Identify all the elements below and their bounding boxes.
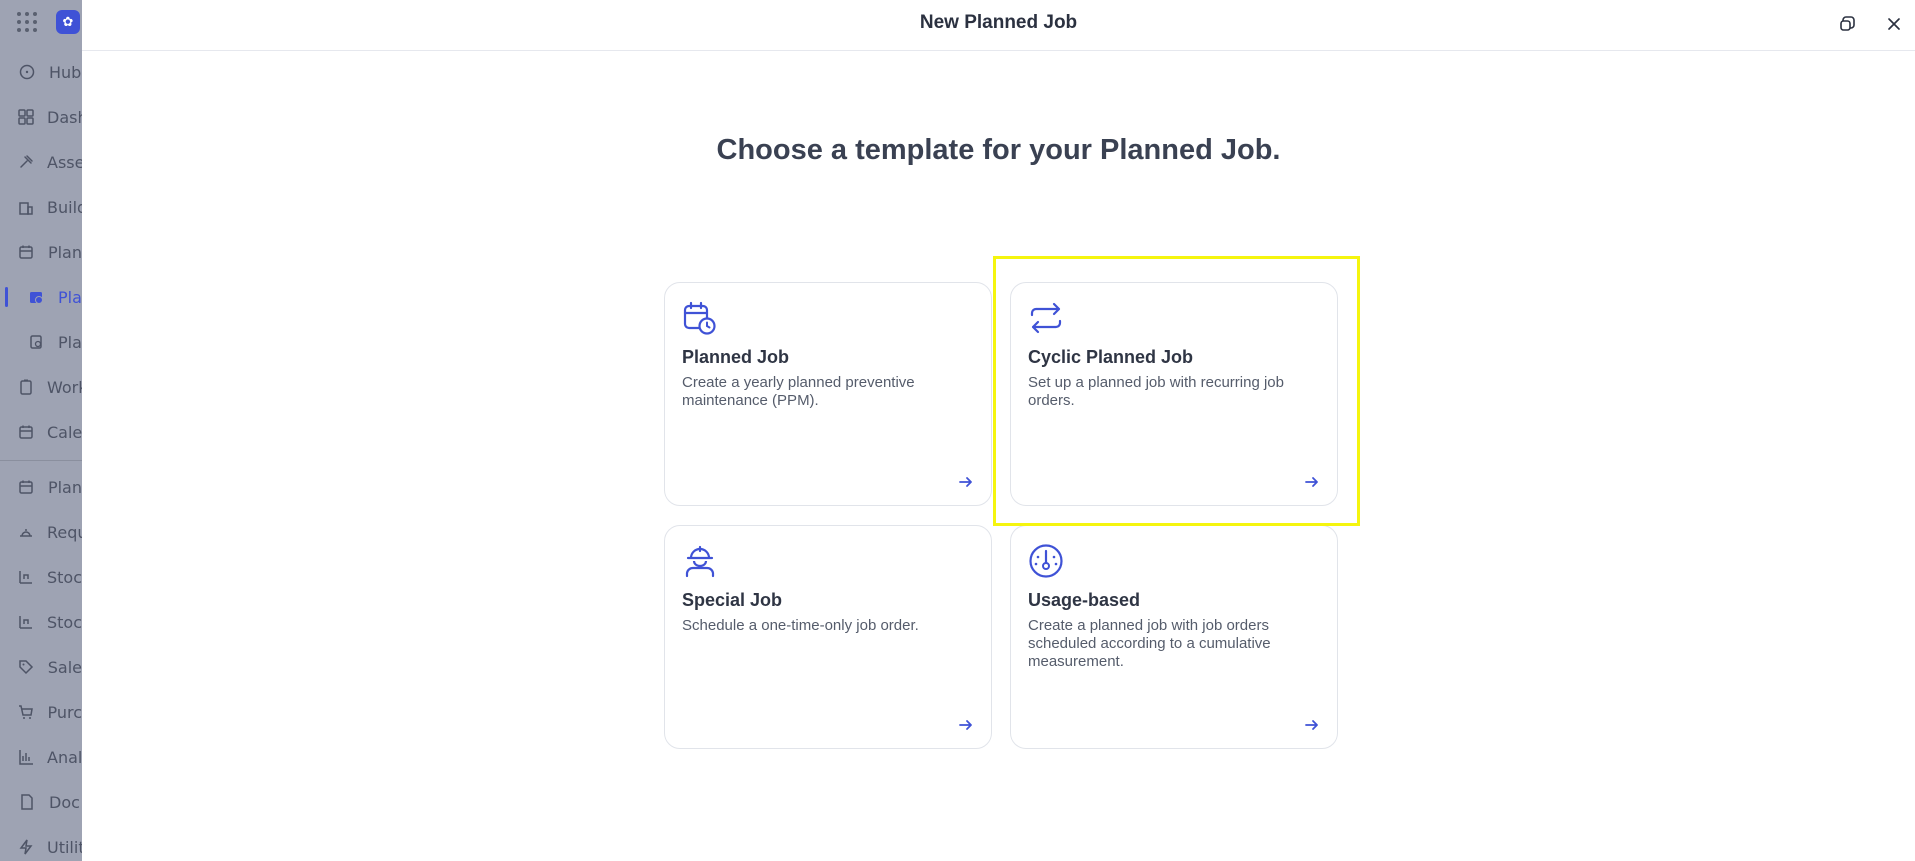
sidebar-item-planned-jobs[interactable]: Pla (0, 282, 82, 312)
close-icon (1888, 18, 1900, 30)
sidebar-item-stock-2[interactable]: Stoc (0, 607, 82, 637)
hub-icon (18, 63, 36, 81)
app-logo[interactable]: ✿ (56, 10, 80, 34)
sidebar-item-label: Work (47, 377, 82, 397)
card-title: Planned Job (682, 347, 790, 367)
sidebar-item-dashboard[interactable]: Dash (0, 102, 82, 132)
card-title: Cyclic Planned Job (1028, 347, 1194, 367)
sidebar-item-work-orders[interactable]: Work (0, 372, 82, 402)
worker-helmet-icon (685, 545, 715, 578)
arrow-right-icon (1305, 720, 1318, 730)
sidebar-item-label: Plan (47, 477, 82, 497)
sidebar: ✿ Hub Dash Asse Build Plan Pla Pla Work … (0, 0, 82, 861)
sidebar-item-plan[interactable]: Plan (0, 472, 82, 502)
calendar-icon (18, 478, 35, 496)
sidebar-item-label: Purc (47, 702, 82, 722)
new-planned-job-modal: New Planned Job Choose a template for yo… (82, 0, 1915, 861)
modal-title: New Planned Job (919, 12, 1078, 33)
template-card-planned-job[interactable]: Planned Job Create a yearly planned prev… (664, 282, 992, 506)
building-icon (18, 198, 34, 216)
planned-template-icon (27, 333, 45, 351)
sidebar-item-utilities[interactable]: Utilit (0, 832, 82, 861)
close-button[interactable] (1883, 13, 1905, 35)
minimize-button[interactable] (1837, 13, 1859, 35)
sidebar-item-sales[interactable]: Sale (0, 652, 82, 682)
sidebar-item-label: Cale (47, 422, 82, 442)
app-grid-icon[interactable] (16, 11, 38, 33)
sidebar-item-label: Pla (58, 287, 82, 307)
sidebar-item-analytics[interactable]: Anal (0, 742, 82, 772)
request-icon (18, 523, 34, 541)
page-heading: Choose a template for your Planned Job. (716, 134, 1281, 166)
sidebar-item-label: Hub (49, 62, 82, 82)
stock-icon (18, 613, 34, 631)
sidebar-item-requests[interactable]: Requ (0, 517, 82, 547)
card-title: Usage-based (1028, 590, 1141, 610)
sidebar-item-hub[interactable]: Hub (0, 57, 82, 87)
sidebar-item-stock-1[interactable]: Stoc (0, 562, 82, 592)
work-order-icon (18, 378, 34, 396)
document-icon (18, 793, 36, 811)
arrow-right-icon (959, 477, 972, 487)
sidebar-item-label: Doc (49, 792, 80, 812)
sidebar-item-planning[interactable]: Plan (0, 237, 82, 267)
card-description: Create a yearly planned preventive maint… (682, 374, 915, 409)
sidebar-item-label: Utilit (47, 837, 82, 857)
calendar-clock-icon (683, 301, 716, 335)
sidebar-item-label: Plan (47, 242, 82, 262)
repeat-arrows-icon (1030, 302, 1062, 334)
sidebar-item-calendar[interactable]: Cale (0, 417, 82, 447)
template-card-special-job[interactable]: Special Job Schedule a one-time-only job… (664, 525, 992, 749)
dashboard-icon (18, 108, 34, 126)
gauge-icon (1029, 544, 1063, 578)
sidebar-item-label: Sale (47, 657, 82, 677)
card-description: Set up a planned job with recurring job … (1028, 374, 1284, 409)
cart-icon (18, 703, 34, 721)
tag-icon (18, 658, 35, 676)
sidebar-item-label: Stoc (47, 612, 82, 632)
minimize-window-icon (1840, 16, 1855, 31)
assets-icon (18, 153, 34, 171)
card-description: Schedule a one-time-only job order. (682, 617, 919, 634)
sidebar-item-label: Build (47, 197, 82, 217)
sidebar-top: ✿ (16, 10, 80, 34)
sidebar-item-label: Asse (47, 152, 82, 172)
chart-icon (18, 748, 34, 766)
sidebar-item-label: Requ (47, 522, 82, 542)
calendar-icon (18, 243, 35, 261)
sidebar-item-purchases[interactable]: Purc (0, 697, 82, 727)
stock-icon (18, 568, 34, 586)
modal-header: New Planned Job (82, 0, 1915, 51)
sidebar-item-label: Stoc (47, 567, 82, 587)
arrow-right-icon (959, 720, 972, 730)
calendar-icon (18, 423, 34, 441)
card-description: Create a planned job with job orders sch… (1028, 617, 1271, 670)
card-title: Special Job (682, 590, 783, 610)
sidebar-item-label: Anal (47, 747, 82, 767)
sidebar-divider (0, 460, 82, 461)
sidebar-item-documents[interactable]: Doc (0, 787, 82, 817)
sidebar-item-label: Pla (58, 332, 82, 352)
sidebar-item-planned-templates[interactable]: Pla (0, 327, 82, 357)
arrow-right-icon (1305, 477, 1318, 487)
planned-job-icon (27, 288, 45, 306)
template-card-cyclic-planned-job[interactable]: Cyclic Planned Job Set up a planned job … (1010, 282, 1338, 506)
sidebar-item-label: Dash (47, 107, 82, 127)
sidebar-item-buildings[interactable]: Build (0, 192, 82, 222)
bolt-icon (18, 838, 34, 856)
sidebar-item-assets[interactable]: Asse (0, 147, 82, 177)
template-card-usage-based[interactable]: Usage-based Create a planned job with jo… (1010, 525, 1338, 749)
